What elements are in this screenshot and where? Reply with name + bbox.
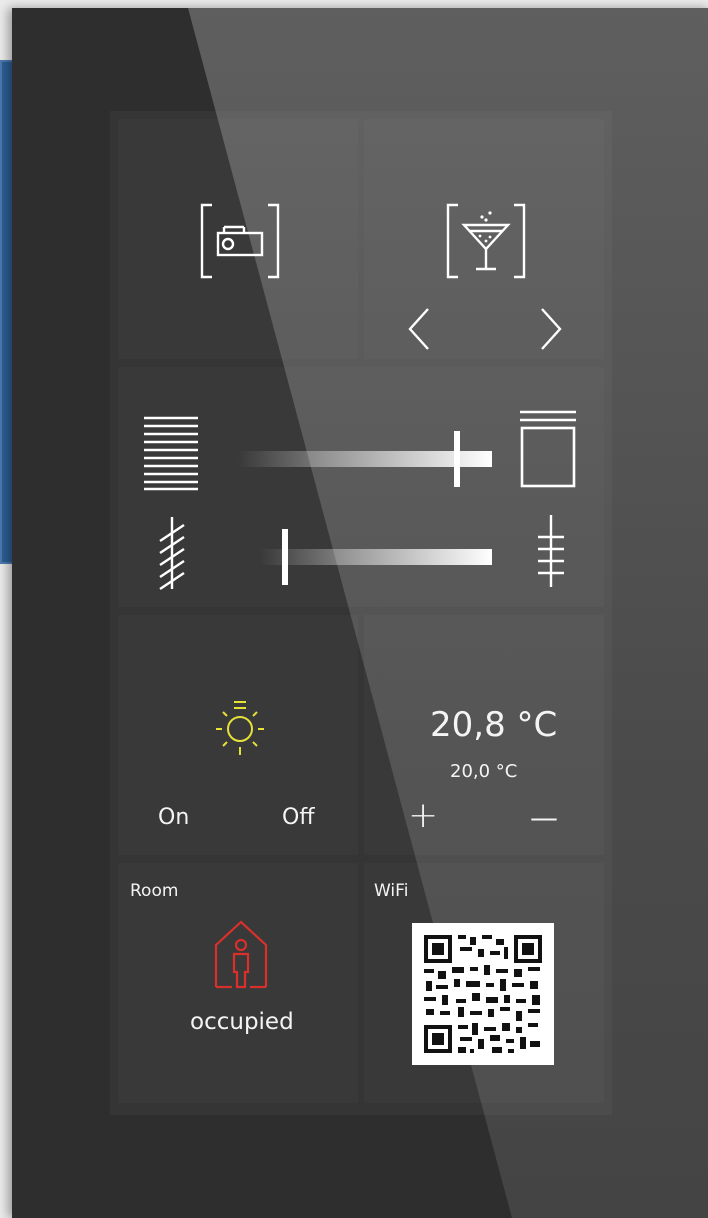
blinds-closed-icon — [144, 416, 198, 491]
room-status: occupied — [190, 1009, 294, 1035]
blinds-open-icon — [520, 410, 576, 488]
blinds-position-handle[interactable] — [454, 431, 460, 487]
setpoint-temperature: 20,0 °C — [450, 761, 518, 782]
projector-icon[interactable] — [200, 203, 280, 279]
light-off-button[interactable]: Off — [282, 805, 314, 830]
slats-tilted-icon — [159, 517, 185, 590]
slats-open-icon — [538, 515, 564, 587]
current-temperature: 20,8 °C — [430, 705, 558, 745]
control-panel-device: On Off 20,8 °C 20,0 °C + — Room occupied… — [12, 8, 708, 1218]
increase-temp-button[interactable]: + — [408, 795, 438, 836]
display-panel: On Off 20,8 °C 20,0 °C + — Room occupied… — [110, 111, 612, 1115]
house-person-icon — [214, 920, 268, 989]
wifi-label: WiFi — [374, 881, 409, 901]
qr-code-graphic — [424, 935, 542, 1053]
chevron-left-icon[interactable] — [406, 307, 432, 351]
decrease-temp-button[interactable]: — — [530, 801, 558, 834]
qr-code-icon — [412, 923, 554, 1065]
light-bulb-icon[interactable] — [210, 697, 270, 757]
chevron-right-icon[interactable] — [538, 307, 564, 351]
blinds-tilt-handle[interactable] — [282, 529, 288, 585]
room-label: Room — [130, 881, 179, 901]
blinds-tilt-slider[interactable] — [260, 549, 492, 565]
light-on-button[interactable]: On — [158, 805, 189, 830]
cocktail-icon[interactable] — [446, 203, 526, 279]
